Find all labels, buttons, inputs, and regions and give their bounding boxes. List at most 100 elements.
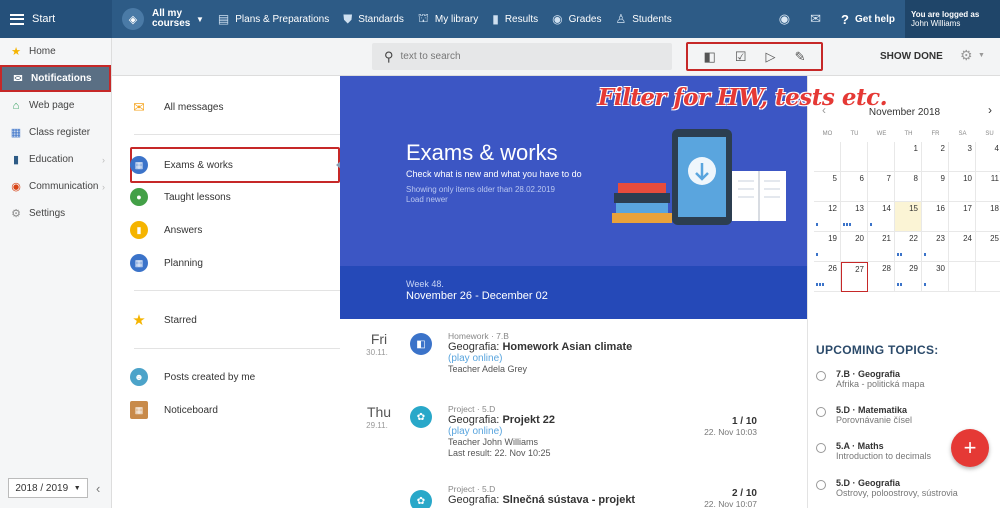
calendar-day[interactable]: 27 bbox=[841, 262, 868, 292]
calendar-day[interactable]: 10 bbox=[949, 172, 976, 202]
calendar-day[interactable]: 18 bbox=[976, 202, 1000, 232]
calendar-day[interactable]: 19 bbox=[814, 232, 841, 262]
chevron-right-icon[interactable]: › bbox=[988, 103, 992, 117]
bar-chart-icon: ▮ bbox=[492, 12, 499, 26]
feed-entry[interactable]: ✿ Project · 5.D Geografia: Slnečná sústa… bbox=[340, 484, 807, 508]
envelope-icon: ✉ bbox=[13, 73, 23, 85]
calendar-day[interactable]: 9 bbox=[922, 172, 949, 202]
school-year-dropdown[interactable]: 2018 / 2019 ▼ bbox=[8, 478, 88, 498]
calendar-day[interactable]: 20 bbox=[841, 232, 868, 262]
add-button[interactable]: + bbox=[951, 429, 989, 467]
calendar-weekday: TU bbox=[850, 131, 859, 137]
clock-icon bbox=[816, 480, 826, 490]
calendar-day[interactable]: 25 bbox=[976, 232, 1000, 262]
entry-title[interactable]: Geografia: Slnečná sústava - projekt bbox=[448, 495, 635, 506]
sidebar-item-web-page[interactable]: ⌂ Web page bbox=[0, 92, 111, 119]
category-noticeboard[interactable]: ▦ Noticeboard bbox=[130, 401, 218, 419]
calendar-day[interactable]: 12 bbox=[814, 202, 841, 232]
upcoming-topic[interactable]: 5.D · Matematika Porovnávanie čísel bbox=[816, 405, 912, 425]
category-all-messages[interactable]: ✉ All messages bbox=[130, 98, 223, 116]
show-done-button[interactable]: SHOW DONE bbox=[880, 51, 943, 62]
calendar-day[interactable]: 23 bbox=[922, 232, 949, 262]
page-title: Exams & works bbox=[406, 140, 558, 165]
nav-students[interactable]: ♙ Students bbox=[615, 12, 671, 26]
calendar-day[interactable]: 22 bbox=[895, 232, 922, 262]
sidebar-item-notifications[interactable]: ✉ Notifications bbox=[0, 65, 111, 92]
category-starred[interactable]: ★ Starred bbox=[130, 311, 197, 329]
entry-body: Project · 5.D Geografia: Slnečná sústava… bbox=[448, 484, 635, 506]
calendar-day[interactable]: 11 bbox=[976, 172, 1000, 202]
category-taught-lessons[interactable]: ● Taught lessons bbox=[130, 188, 231, 206]
mail-icon[interactable]: ✉ bbox=[810, 11, 821, 27]
calendar-day-number: 9 bbox=[940, 174, 945, 183]
category-answers[interactable]: ▮ Answers bbox=[130, 221, 202, 239]
calendar-day[interactable]: 13 bbox=[841, 202, 868, 232]
calendar-day[interactable]: 30 bbox=[922, 262, 949, 292]
calendar-day[interactable]: 14 bbox=[868, 202, 895, 232]
calendar-weekday: WE bbox=[876, 131, 887, 137]
calendar-day[interactable]: 8 bbox=[895, 172, 922, 202]
entry-title[interactable]: Geografia: Homework Asian climate bbox=[448, 342, 632, 353]
chat-icon[interactable]: ◉ bbox=[779, 11, 790, 27]
topic-subtitle: Ostrovy, poloostrovy, sústrovia bbox=[836, 488, 958, 498]
calendar-day[interactable]: 4 bbox=[976, 142, 1000, 172]
sidebar-item-education[interactable]: ▮ Education › bbox=[0, 146, 111, 173]
calendar-day-number: 18 bbox=[990, 204, 999, 213]
entry-subject: Geografia: bbox=[448, 414, 500, 426]
calendar-day[interactable]: 26 bbox=[814, 262, 841, 292]
nav-results[interactable]: ▮ Results bbox=[492, 12, 538, 26]
calendar-day[interactable]: 3 bbox=[949, 142, 976, 172]
nav-library[interactable]: ⛫ My library bbox=[418, 11, 478, 27]
calendar-day[interactable]: 17 bbox=[949, 202, 976, 232]
start-menu-button[interactable]: Start bbox=[0, 0, 112, 38]
nav-standards[interactable]: ⛊ Standards bbox=[343, 12, 404, 27]
sidebar-item-communication[interactable]: ◉ Communication › bbox=[0, 173, 111, 200]
calendar-day[interactable]: 16 bbox=[922, 202, 949, 232]
presentation-filter-icon[interactable]: ▷ bbox=[766, 49, 776, 65]
collapse-sidebar-icon[interactable]: ‹ bbox=[96, 481, 100, 496]
calendar-day-number: 4 bbox=[994, 144, 999, 153]
entry-last-result: Last result: 22. Nov 10:25 bbox=[448, 448, 551, 458]
courses-label: All my courses bbox=[152, 8, 191, 29]
calendar-day[interactable]: 2 bbox=[922, 142, 949, 172]
user-account[interactable]: You are logged as John Williams bbox=[905, 0, 1000, 38]
calendar-day[interactable]: 1 bbox=[895, 142, 922, 172]
gear-icon[interactable]: ⚙ bbox=[960, 47, 973, 64]
test-filter-icon[interactable]: ☑ bbox=[735, 49, 747, 65]
nav-grades[interactable]: ◉ Grades bbox=[552, 12, 601, 26]
upcoming-topic[interactable]: 5.A · Maths Introduction to decimals bbox=[816, 441, 931, 461]
search-input[interactable]: ⚲ text to search bbox=[372, 43, 672, 70]
calendar-day[interactable]: 24 bbox=[949, 232, 976, 262]
sidebar-item-home[interactable]: ★ Home bbox=[0, 38, 111, 65]
courses-dropdown[interactable]: ◈ All my courses ▼ bbox=[122, 8, 204, 30]
feed-entry[interactable]: Fri 30.11. ◧ Homework · 7.B Geografia: H… bbox=[340, 331, 807, 401]
calendar-day[interactable]: 6 bbox=[841, 172, 868, 202]
category-label: Starred bbox=[164, 314, 197, 326]
category-exams-works[interactable]: ▦ Exams & works bbox=[130, 156, 233, 174]
sidebar-item-class-register[interactable]: ▦ Class register bbox=[0, 119, 111, 146]
category-planning[interactable]: ▦ Planning bbox=[130, 254, 203, 272]
category-posts-by-me[interactable]: ☻ Posts created by me bbox=[130, 368, 255, 386]
upcoming-topic[interactable]: 7.B · Geografia Afrika - politická mapa bbox=[816, 369, 925, 389]
worksheet-filter-icon[interactable]: ✎ bbox=[795, 49, 806, 65]
homework-filter-icon[interactable]: ◧ bbox=[704, 49, 716, 65]
calendar-day[interactable]: 5 bbox=[814, 172, 841, 202]
sidebar-item-settings[interactable]: ⚙ Settings bbox=[0, 200, 111, 227]
chevron-down-icon[interactable]: ▼ bbox=[978, 52, 985, 59]
filter-note: Showing only items older than 28.02.2019… bbox=[406, 185, 555, 205]
feed-entry[interactable]: Thu 29.11. ✿ Project · 5.D Geografia: Pr… bbox=[340, 404, 807, 479]
upcoming-topic[interactable]: 5.D · Geografia Ostrovy, poloostrovy, sús… bbox=[816, 478, 958, 498]
nav-plans[interactable]: ▤ Plans & Preparations bbox=[218, 12, 329, 26]
calendar-day[interactable]: 29 bbox=[895, 262, 922, 292]
entry-title[interactable]: Geografia: Projekt 22 bbox=[448, 415, 555, 426]
week-number: Week 48. bbox=[406, 279, 444, 289]
calendar-day[interactable]: 7 bbox=[868, 172, 895, 202]
help-button[interactable]: ? Get help bbox=[841, 12, 895, 27]
type-filter-group: ◧ ☑ ▷ ✎ bbox=[686, 42, 823, 71]
play-online-link[interactable]: (play online) bbox=[448, 353, 632, 364]
calendar-day[interactable]: 21 bbox=[868, 232, 895, 262]
load-newer-link[interactable]: Load newer bbox=[406, 195, 555, 205]
play-online-link[interactable]: (play online) bbox=[448, 426, 555, 437]
calendar-day[interactable]: 28 bbox=[868, 262, 895, 292]
calendar-day[interactable]: 15 bbox=[895, 202, 922, 232]
